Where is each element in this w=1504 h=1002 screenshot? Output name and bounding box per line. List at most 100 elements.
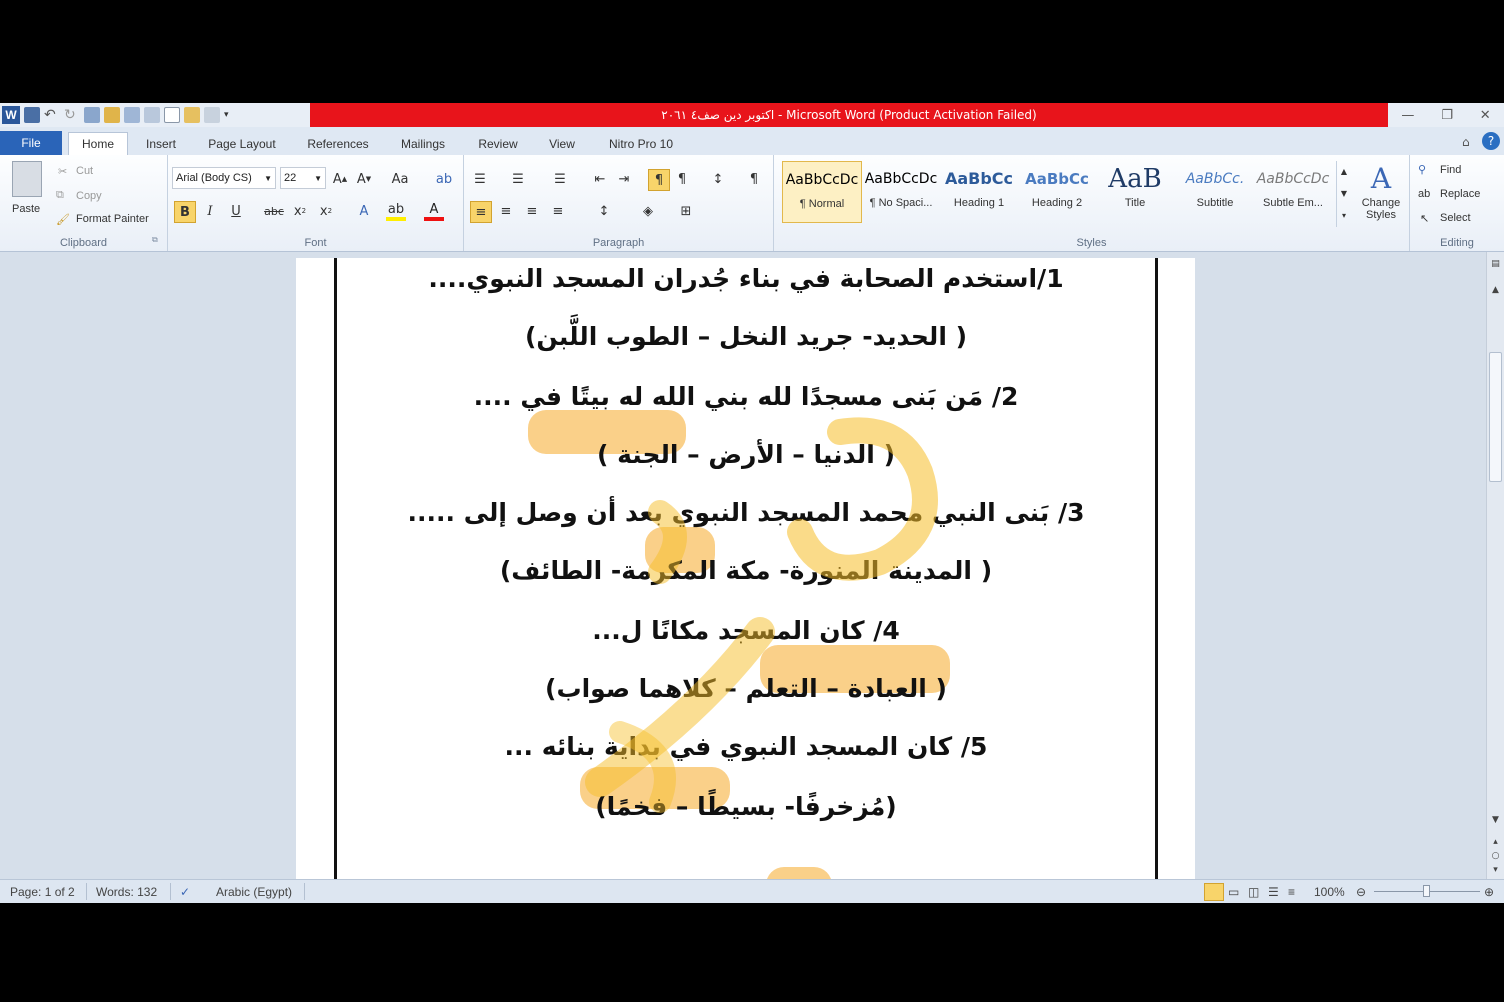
- tab-page-layout[interactable]: Page Layout: [200, 132, 284, 155]
- tab-mailings[interactable]: Mailings: [392, 132, 454, 155]
- change-styles-button[interactable]: A Change Styles: [1358, 161, 1404, 221]
- cut-button[interactable]: Cut: [76, 165, 93, 177]
- left-to-right-icon[interactable]: ¶: [672, 169, 692, 189]
- underline-icon[interactable]: U: [226, 201, 246, 221]
- align-left-icon[interactable]: ≡: [470, 201, 492, 223]
- tab-file[interactable]: File: [0, 131, 62, 155]
- scroll-thumb[interactable]: [1489, 352, 1502, 482]
- paste-button[interactable]: Paste: [12, 203, 40, 215]
- align-center-icon[interactable]: ≡: [496, 201, 516, 221]
- strikethrough-icon[interactable]: abc: [264, 201, 284, 221]
- find-icon[interactable]: ⚲: [1418, 163, 1426, 176]
- shading-icon[interactable]: ◈: [638, 201, 658, 221]
- outline-icon[interactable]: ☰: [1268, 885, 1284, 899]
- customize-toolbar-icon[interactable]: ▾: [224, 110, 229, 120]
- zoom-level[interactable]: 100%: [1314, 880, 1345, 903]
- open-icon[interactable]: [184, 107, 200, 123]
- tab-view[interactable]: View: [540, 132, 584, 155]
- scroll-up-icon[interactable]: ▲: [1488, 282, 1503, 297]
- minimize-ribbon-icon[interactable]: ⌂: [1462, 135, 1470, 149]
- tab-review[interactable]: Review: [472, 132, 524, 155]
- italic-icon[interactable]: I: [200, 201, 220, 221]
- borders-icon[interactable]: ⊞: [676, 201, 696, 221]
- zoom-out-icon[interactable]: ⊖: [1356, 880, 1366, 903]
- next-page-icon[interactable]: ▾: [1488, 862, 1503, 877]
- language-indicator[interactable]: Arabic (Egypt): [216, 880, 292, 903]
- page-count[interactable]: Page: 1 of 2: [10, 880, 75, 903]
- select-button[interactable]: Select: [1440, 212, 1471, 224]
- tab-references[interactable]: References: [300, 132, 376, 155]
- change-case-icon[interactable]: Aa: [390, 169, 410, 189]
- text-effects-icon[interactable]: A: [354, 201, 374, 221]
- zoom-slider-thumb[interactable]: [1423, 885, 1430, 897]
- tab-nitro-pro[interactable]: Nitro Pro 10: [600, 132, 682, 155]
- web-layout-icon[interactable]: ◫: [1248, 885, 1264, 899]
- style-subtitle[interactable]: AaBbCc. Subtitle: [1176, 161, 1254, 221]
- superscript-icon[interactable]: x2: [316, 201, 336, 221]
- print-layout-icon[interactable]: [1204, 882, 1224, 901]
- proofing-icon[interactable]: ✓: [180, 880, 190, 903]
- ruler-toggle-icon[interactable]: ▤: [1488, 256, 1503, 271]
- close-icon[interactable]: ✕: [1480, 108, 1491, 123]
- minimize-icon[interactable]: —: [1401, 108, 1414, 123]
- select-browse-object-icon[interactable]: ○: [1488, 848, 1503, 863]
- format-painter-button[interactable]: Format Painter: [76, 213, 149, 225]
- edit-icon[interactable]: [84, 107, 100, 123]
- style-title[interactable]: AaB Title: [1096, 161, 1174, 221]
- scroll-down-icon[interactable]: ▼: [1488, 812, 1503, 827]
- font-name-select[interactable]: Arial (Body CS) ▼: [172, 167, 276, 189]
- highlight-color-icon[interactable]: ab: [386, 201, 406, 221]
- style-heading-2[interactable]: AaBbCc Heading 2: [1018, 161, 1096, 221]
- cut-icon[interactable]: ✂: [58, 165, 67, 178]
- bullets-icon[interactable]: ☰: [470, 169, 490, 189]
- replace-icon[interactable]: ab: [1418, 188, 1430, 200]
- styles-scroll[interactable]: ▲ ▼ ▾: [1336, 161, 1351, 227]
- justify-icon[interactable]: ≡: [548, 201, 568, 221]
- numbering-icon[interactable]: ☰: [508, 169, 528, 189]
- right-to-left-icon[interactable]: ¶: [648, 169, 670, 191]
- copy-icon[interactable]: ⧉: [56, 189, 64, 202]
- format-painter-icon[interactable]: 🖌: [56, 213, 70, 226]
- increase-indent-icon[interactable]: ⇥: [614, 169, 634, 189]
- vertical-scrollbar[interactable]: ▤ ▲ ▼ ▴ ○ ▾: [1486, 252, 1504, 879]
- style-heading-1[interactable]: AaBbCc Heading 1: [940, 161, 1018, 221]
- style-no-spacing[interactable]: AaBbCcDc ¶ No Spaci...: [862, 161, 940, 221]
- save-icon[interactable]: [24, 107, 40, 123]
- new-document-icon[interactable]: [164, 107, 180, 123]
- clear-formatting-icon[interactable]: ab: [434, 169, 454, 189]
- folder-icon[interactable]: [104, 107, 120, 123]
- paste-icon[interactable]: [12, 161, 42, 197]
- find-button[interactable]: Find: [1440, 164, 1461, 176]
- subscript-icon[interactable]: x2: [290, 201, 310, 221]
- tab-home[interactable]: Home: [68, 132, 128, 155]
- help-icon[interactable]: ?: [1482, 132, 1500, 150]
- draft-icon[interactable]: ≡: [1288, 885, 1304, 899]
- shrink-font-icon[interactable]: A ▼: [354, 169, 374, 189]
- grow-font-icon[interactable]: A ▲: [330, 169, 350, 189]
- word-count[interactable]: Words: 132: [96, 880, 157, 903]
- multilevel-list-icon[interactable]: ☰: [550, 169, 570, 189]
- copy-button[interactable]: Copy: [76, 190, 102, 202]
- style-normal[interactable]: AaBbCcDc ¶ Normal: [782, 161, 862, 223]
- full-screen-reading-icon[interactable]: ▭: [1228, 885, 1244, 899]
- font-size-select[interactable]: 22 ▼: [280, 167, 326, 189]
- line-spacing-icon[interactable]: ↕: [594, 201, 614, 221]
- sort-icon[interactable]: ↕: [708, 169, 728, 189]
- print-preview-icon[interactable]: [204, 107, 220, 123]
- dialog-launcher-icon[interactable]: ⧉: [152, 235, 158, 245]
- word-logo-icon[interactable]: W: [2, 106, 20, 124]
- style-subtle-emphasis[interactable]: AaBbCcDc Subtle Em...: [1254, 161, 1332, 221]
- zoom-in-icon[interactable]: ⊕: [1484, 880, 1494, 903]
- font-color-icon[interactable]: A: [424, 201, 444, 221]
- table-icon[interactable]: [144, 107, 160, 123]
- select-icon[interactable]: ↖: [1420, 212, 1429, 225]
- align-right-icon[interactable]: ≡: [522, 201, 542, 221]
- previous-page-icon[interactable]: ▴: [1488, 834, 1503, 849]
- tab-insert[interactable]: Insert: [140, 132, 182, 155]
- decrease-indent-icon[interactable]: ⇤: [590, 169, 610, 189]
- show-formatting-icon[interactable]: ¶: [744, 169, 764, 189]
- undo-icon[interactable]: ↶: [44, 107, 60, 123]
- restore-icon[interactable]: ❐: [1441, 108, 1453, 123]
- spelling-icon[interactable]: [124, 107, 140, 123]
- redo-icon[interactable]: ↻: [64, 107, 80, 123]
